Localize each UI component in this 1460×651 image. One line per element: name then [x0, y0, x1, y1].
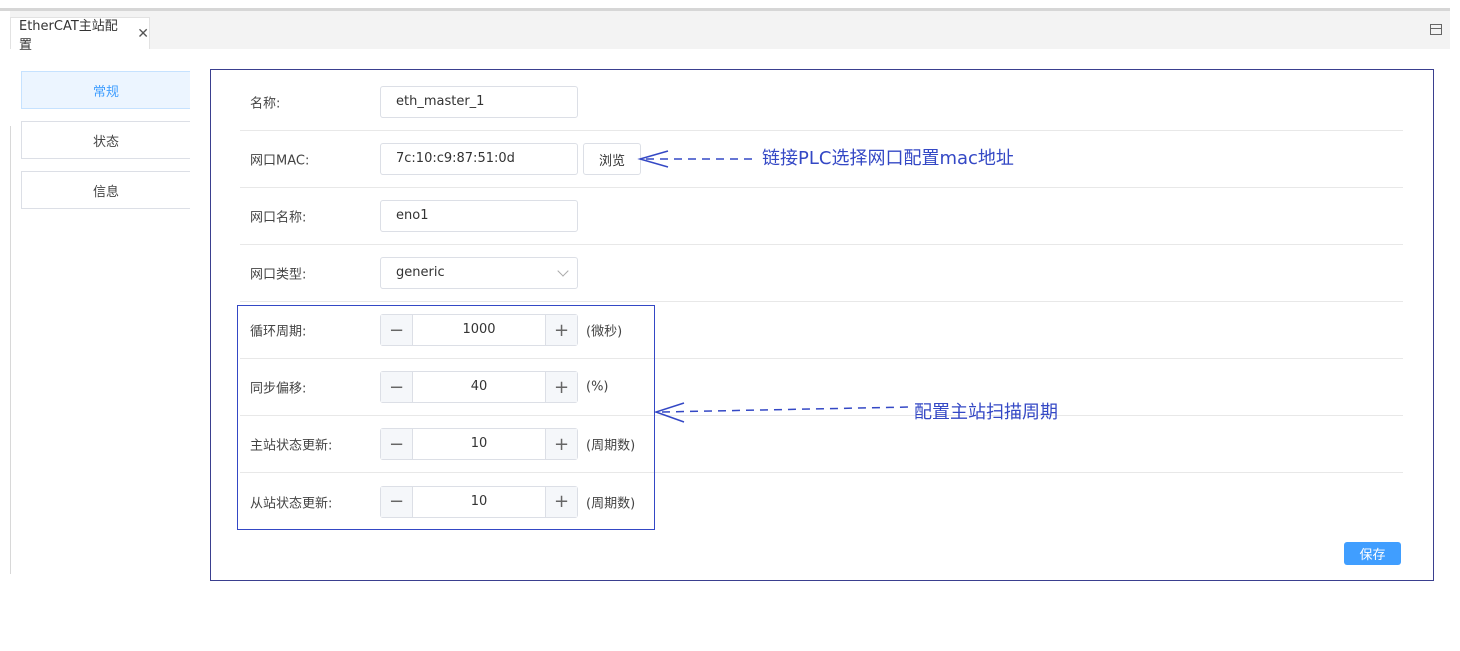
annotation-arrows	[637, 150, 911, 423]
cycle-arrow-line	[661, 406, 911, 413]
mac-annotation-text: 链接PLC选择网口配置mac地址	[762, 148, 1014, 169]
cycle-annotation-text: 配置主站扫描周期	[914, 402, 1058, 423]
